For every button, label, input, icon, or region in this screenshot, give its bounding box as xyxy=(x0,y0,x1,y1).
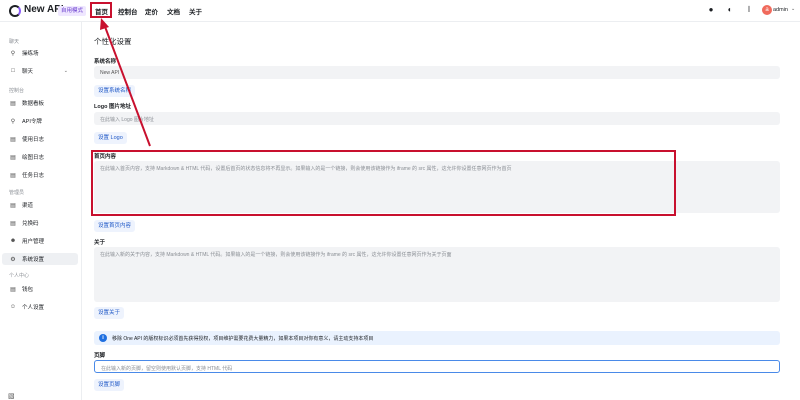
nav-pricing[interactable]: 定价 xyxy=(145,6,158,16)
ticket-icon: ▤ xyxy=(10,220,16,227)
sidebar-item-label: 绘图日志 xyxy=(22,155,45,161)
wallet-icon: ▤ xyxy=(10,286,16,293)
chevron-down-icon[interactable]: ⌄ xyxy=(791,6,795,12)
sidebar-item-label: 钱包 xyxy=(22,287,34,293)
about-textarea[interactable]: 在此输入新的关于内容，支持 Markdown & HTML 代码。如果输入的是一… xyxy=(94,247,780,302)
info-icon: i xyxy=(99,334,107,342)
set-footer-button[interactable]: 设置页脚 xyxy=(94,379,125,391)
sidebar-item-wallet[interactable]: ▤ 钱包 xyxy=(2,283,78,295)
system-name-label: 系统名称 xyxy=(94,59,117,65)
sidebar-item-label: API令牌 xyxy=(22,119,42,125)
sidebar-item-personal-settings[interactable]: ☺ 个人设置 xyxy=(2,301,78,313)
highlight-box-home xyxy=(90,2,112,18)
avatar[interactable]: a xyxy=(762,5,772,15)
sidebar-item-channels[interactable]: ▤ 渠道 xyxy=(2,199,78,211)
sidebar-item-redeem-codes[interactable]: ▤ 兑换码 xyxy=(2,217,78,229)
sidebar-item-system-settings[interactable]: ⚙ 系统设置 xyxy=(2,253,78,265)
footer-input[interactable]: 在此输入新的页脚，留空则使用默认页脚，支持 HTML 代码 xyxy=(94,360,780,373)
gear-icon: ⚙ xyxy=(10,256,16,263)
about-label: 关于 xyxy=(94,240,106,246)
sidebar-item-user-management[interactable]: ☻ 用户管理 xyxy=(2,235,78,247)
sidebar-item-label: 任务日志 xyxy=(22,173,45,179)
logo-url-input[interactable]: 在此输入 Logo 图片地址 xyxy=(94,112,780,125)
image-log-icon: ▤ xyxy=(10,154,16,161)
sidebar-item-label: 系统设置 xyxy=(22,257,45,263)
channel-icon: ▤ xyxy=(10,202,16,209)
chevron-down-icon[interactable]: ⌄ xyxy=(64,68,68,74)
sidebar-item-label: 使用日志 xyxy=(22,137,45,143)
sidebar-item-chat[interactable]: □ 聊天 ⌄ xyxy=(2,65,78,77)
page-title: 个性化设置 xyxy=(94,37,132,46)
users-icon: ☻ xyxy=(9,238,17,244)
theme-toggle-icon[interactable]: ◐ xyxy=(725,5,735,15)
app-logo-icon[interactable] xyxy=(9,5,21,17)
dashboard-icon: ▤ xyxy=(10,100,16,107)
sidebar-item-api-tokens[interactable]: ⚲ API令牌 xyxy=(2,115,78,127)
sidebar-group-admin: 管理员 xyxy=(9,190,25,196)
sidebar-item-label: 操练场 xyxy=(22,51,39,57)
set-system-name-button[interactable]: 设置系统名称 xyxy=(94,85,136,97)
sidebar-collapse-icon[interactable]: ▧ xyxy=(8,392,15,400)
user-icon: ☺ xyxy=(9,304,17,310)
nav-console[interactable]: 控制台 xyxy=(118,6,138,16)
sidebar-group-console: 控制台 xyxy=(9,88,25,94)
set-home-content-button[interactable]: 设置首页内容 xyxy=(94,220,136,232)
sidebar-item-label: 聊天 xyxy=(22,69,34,75)
copyright-notice-text: 移除 One API 的版权标识必须首先获得授权，项目维护需要花费大量精力，如果… xyxy=(112,335,374,342)
key-icon: ⚲ xyxy=(10,118,16,125)
log-icon: ▤ xyxy=(10,136,16,143)
sidebar-item-label: 兑换码 xyxy=(22,221,39,227)
flask-icon: ⚲ xyxy=(10,50,16,57)
nav-docs[interactable]: 文档 xyxy=(167,6,180,16)
top-navbar: New API 自用模式 首页 控制台 定价 文档 关于 ● ◐ ا a adm… xyxy=(0,0,800,22)
highlight-box-home-content xyxy=(91,150,676,216)
sidebar-item-playground[interactable]: ⚲ 操练场 xyxy=(2,47,78,59)
sidebar-item-dashboard[interactable]: ▤ 数据看板 xyxy=(2,97,78,109)
sidebar: 聊天 ⚲ 操练场 □ 聊天 ⌄ 控制台 ▤ 数据看板 ⚲ API令牌 ▤ 使用日… xyxy=(0,22,82,400)
sidebar-item-label: 用户管理 xyxy=(22,239,45,245)
mode-badge: 自用模式 xyxy=(58,6,87,16)
user-name[interactable]: admin xyxy=(773,7,788,13)
set-about-button[interactable]: 设置关于 xyxy=(94,307,125,319)
set-logo-button[interactable]: 设置 Logo xyxy=(94,132,127,144)
sidebar-item-label: 个人设置 xyxy=(22,305,45,311)
sidebar-item-drawing-logs[interactable]: ▤ 绘图日志 xyxy=(2,151,78,163)
sidebar-group-chat: 聊天 xyxy=(9,39,20,45)
copyright-notice: i 移除 One API 的版权标识必须首先获得授权，项目维护需要花费大量精力，… xyxy=(94,331,780,345)
footer-label: 页脚 xyxy=(94,353,106,359)
sidebar-group-personal: 个人中心 xyxy=(9,273,30,279)
bell-icon[interactable]: ● xyxy=(706,5,716,15)
sidebar-item-label: 数据看板 xyxy=(22,101,45,107)
task-log-icon: ▤ xyxy=(10,172,16,179)
sidebar-item-label: 渠道 xyxy=(22,203,34,209)
nav-about[interactable]: 关于 xyxy=(189,6,202,16)
language-icon[interactable]: ا xyxy=(744,5,754,15)
chat-icon: □ xyxy=(11,68,15,74)
logo-url-label: Logo 图片地址 xyxy=(94,104,131,110)
sidebar-item-task-logs[interactable]: ▤ 任务日志 xyxy=(2,169,78,181)
system-name-input[interactable]: New API xyxy=(94,66,780,79)
sidebar-item-usage-logs[interactable]: ▤ 使用日志 xyxy=(2,133,78,145)
